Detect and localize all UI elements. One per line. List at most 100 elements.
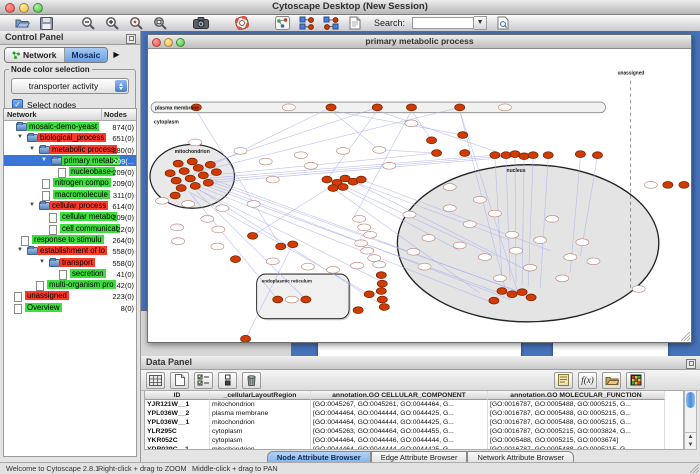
network-node[interactable] bbox=[171, 224, 184, 231]
table-cell[interactable]: [GO:0005488, GO:0005215, GO:0003674] bbox=[488, 436, 665, 445]
tree-row[interactable]: multi-organism pro42(0) bbox=[4, 279, 136, 290]
network-node[interactable] bbox=[373, 146, 386, 153]
tree-column-network[interactable]: Network bbox=[4, 109, 102, 120]
network-node-selected[interactable] bbox=[517, 289, 527, 296]
network-node[interactable] bbox=[337, 148, 350, 155]
network-node[interactable] bbox=[463, 221, 476, 228]
network-node[interactable] bbox=[443, 184, 456, 191]
network-node[interactable] bbox=[355, 240, 368, 247]
table-cell[interactable]: [GO:0016787, GO:0005488, GO:0005215, G..… bbox=[488, 400, 665, 409]
network-node[interactable] bbox=[234, 148, 247, 155]
network-node-selected[interactable] bbox=[379, 304, 389, 311]
plugins-icon[interactable] bbox=[233, 16, 250, 30]
table-cell[interactable]: mitochondrion bbox=[210, 400, 311, 409]
network-node-selected[interactable] bbox=[230, 256, 240, 263]
network-node-selected[interactable] bbox=[510, 151, 520, 158]
tree-row[interactable]: ▼primary metabo209(... bbox=[4, 155, 136, 166]
table-cell[interactable]: YDR039C__1 bbox=[145, 445, 210, 450]
network-node-selected[interactable] bbox=[406, 104, 416, 111]
network-node-selected[interactable] bbox=[179, 168, 189, 175]
network-node[interactable] bbox=[473, 196, 486, 203]
network-node-selected[interactable] bbox=[364, 291, 374, 298]
scrollbar-arrows[interactable]: ▲▼ bbox=[685, 432, 696, 449]
network-node-selected[interactable] bbox=[377, 296, 387, 303]
network-node-selected[interactable] bbox=[460, 150, 470, 157]
table-cell[interactable]: mitochondrion bbox=[210, 418, 311, 427]
table-row[interactable]: YPL036W__2plasma membrane[GO:0044464, GO… bbox=[145, 409, 683, 418]
layout-icon-b[interactable] bbox=[322, 16, 339, 30]
network-node[interactable] bbox=[247, 201, 260, 208]
float-panel-icon[interactable] bbox=[686, 359, 696, 369]
tree-row[interactable]: ▼transport558(0) bbox=[4, 257, 136, 268]
network-node-selected[interactable] bbox=[526, 294, 536, 301]
import-attributes-icon[interactable] bbox=[602, 372, 621, 389]
network-node[interactable] bbox=[407, 248, 420, 255]
network-node[interactable] bbox=[201, 215, 214, 222]
network-node[interactable] bbox=[189, 139, 202, 146]
network-view-icon[interactable] bbox=[274, 16, 291, 30]
select-attributes-icon[interactable] bbox=[146, 372, 165, 389]
network-node-selected[interactable] bbox=[575, 151, 585, 158]
network-node-selected[interactable] bbox=[322, 176, 332, 183]
attribute-pair-icon[interactable] bbox=[218, 372, 237, 389]
network-node[interactable] bbox=[156, 197, 169, 204]
table-cell[interactable]: [GO:0044464, GO:0044446, GO:0044444, G..… bbox=[311, 436, 488, 445]
network-node[interactable] bbox=[422, 235, 435, 242]
network-node-selected[interactable] bbox=[663, 181, 673, 188]
network-node-selected[interactable] bbox=[372, 104, 382, 111]
network-node-selected[interactable] bbox=[497, 288, 507, 295]
delete-attribute-icon[interactable] bbox=[242, 372, 261, 389]
network-node-selected[interactable] bbox=[165, 170, 175, 177]
network-node-selected[interactable] bbox=[489, 297, 499, 304]
table-cell[interactable]: mitochondrion bbox=[210, 445, 311, 450]
network-node-selected[interactable] bbox=[507, 291, 517, 298]
network-node[interactable] bbox=[534, 237, 547, 244]
table-cell[interactable]: YLR295C bbox=[145, 427, 210, 436]
network-node[interactable] bbox=[266, 176, 279, 183]
tree-row[interactable]: response to stimulu264(0) bbox=[4, 234, 136, 245]
network-node-selected[interactable] bbox=[288, 241, 298, 248]
layout-icon-a[interactable] bbox=[298, 16, 315, 30]
network-node[interactable] bbox=[351, 262, 364, 269]
tree-row[interactable]: nucleobase-209(0) bbox=[4, 166, 136, 177]
network-node-selected[interactable] bbox=[190, 183, 200, 190]
network-node-selected[interactable] bbox=[501, 152, 511, 159]
zoom-in-icon[interactable] bbox=[103, 16, 120, 30]
expand-arrow-icon[interactable]: ▼ bbox=[29, 202, 35, 208]
table-cell[interactable]: cytoplasm bbox=[210, 436, 311, 445]
table-cell[interactable]: YKR052C bbox=[145, 436, 210, 445]
network-node-selected[interactable] bbox=[211, 169, 221, 176]
network-node-selected[interactable] bbox=[519, 153, 529, 160]
tree-row[interactable]: nitrogen compo209(0) bbox=[4, 177, 136, 188]
table-cell[interactable]: [GO:0016787, GO:0005215, GO:0003824, G..… bbox=[488, 427, 665, 436]
network-node-selected[interactable] bbox=[301, 296, 311, 303]
network-node[interactable] bbox=[405, 120, 418, 127]
network-node-selected[interactable] bbox=[455, 104, 465, 111]
network-node-selected[interactable] bbox=[376, 288, 386, 295]
network-node[interactable] bbox=[403, 211, 416, 218]
network-node-selected[interactable] bbox=[185, 175, 195, 182]
network-node[interactable] bbox=[368, 255, 381, 262]
network-node-selected[interactable] bbox=[173, 160, 183, 167]
network-node[interactable] bbox=[493, 275, 506, 282]
network-node[interactable] bbox=[418, 263, 431, 270]
network-node[interactable] bbox=[353, 215, 366, 222]
network-node[interactable] bbox=[358, 224, 371, 231]
network-node-selected[interactable] bbox=[205, 161, 215, 168]
network-node[interactable] bbox=[576, 239, 589, 246]
scrollbar-thumb[interactable] bbox=[686, 392, 695, 408]
tree-row[interactable]: ▼biological_process651(0) bbox=[4, 132, 136, 143]
network-node-selected[interactable] bbox=[193, 165, 203, 172]
network-node[interactable] bbox=[383, 162, 396, 169]
tree-column-nodes[interactable]: Nodes bbox=[102, 109, 136, 120]
network-node-selected[interactable] bbox=[203, 179, 213, 186]
table-row[interactable]: YLR295Ccytoplasm[GO:0045263, GO:0044464,… bbox=[145, 427, 683, 436]
tree-row[interactable]: ▼cellular process614(0) bbox=[4, 200, 136, 211]
save-icon[interactable] bbox=[38, 16, 55, 30]
network-node-selected[interactable] bbox=[328, 185, 338, 192]
tab-network[interactable]: Network bbox=[5, 48, 65, 62]
network-node-selected[interactable] bbox=[490, 152, 500, 159]
network-node[interactable] bbox=[294, 152, 307, 159]
network-node-selected[interactable] bbox=[353, 307, 363, 314]
network-node[interactable] bbox=[266, 258, 279, 265]
